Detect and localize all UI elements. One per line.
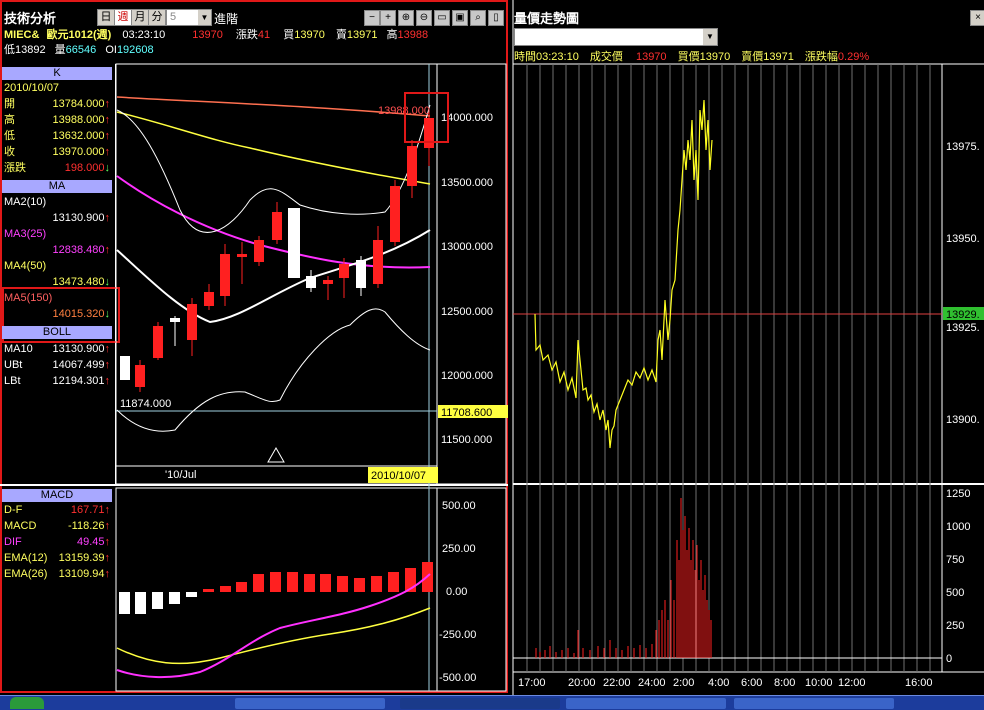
volume-bars [535, 498, 712, 658]
xtick-1600: 16:00 [905, 677, 933, 689]
taskbar-item[interactable] [734, 698, 894, 709]
xtick-1200: 12:00 [838, 677, 866, 689]
xtick-2400: 24:00 [638, 677, 666, 689]
vol-tick-0: 0 [946, 653, 952, 665]
reference-label: 13929. [946, 309, 980, 321]
xtick-2000: 20:00 [568, 677, 596, 689]
vol-tick-1250: 1250 [946, 488, 970, 500]
intraday-ytick-13975: 13975. [946, 141, 980, 153]
start-button[interactable] [10, 697, 44, 709]
vol-tick-250: 250 [946, 620, 964, 632]
taskbar-item[interactable] [566, 698, 726, 709]
taskbar-item[interactable] [235, 698, 385, 709]
vol-tick-500: 500 [946, 587, 964, 599]
intraday-ytick-13950: 13950. [946, 233, 980, 245]
xtick-1000: 10:00 [805, 677, 833, 689]
intraday-ytick-13900: 13900. [946, 414, 980, 426]
intraday-ytick-13925: 13925. [946, 322, 980, 334]
xtick-2200: 22:00 [603, 677, 631, 689]
intraday-grid [526, 64, 931, 672]
xtick-1700: 17:00 [518, 677, 546, 689]
intraday-price-line [534, 99, 713, 449]
vol-tick-750: 750 [946, 554, 964, 566]
xtick-200: 2:00 [673, 677, 694, 689]
taskbar-item-active[interactable] [400, 698, 560, 709]
xtick-600: 6:00 [741, 677, 762, 689]
vol-tick-1000: 1000 [946, 521, 970, 533]
xtick-400: 4:00 [708, 677, 729, 689]
intraday-chart[interactable]: 13975. 13950. 13925. 13900. 13929. 1250 … [0, 0, 984, 709]
xtick-800: 8:00 [774, 677, 795, 689]
